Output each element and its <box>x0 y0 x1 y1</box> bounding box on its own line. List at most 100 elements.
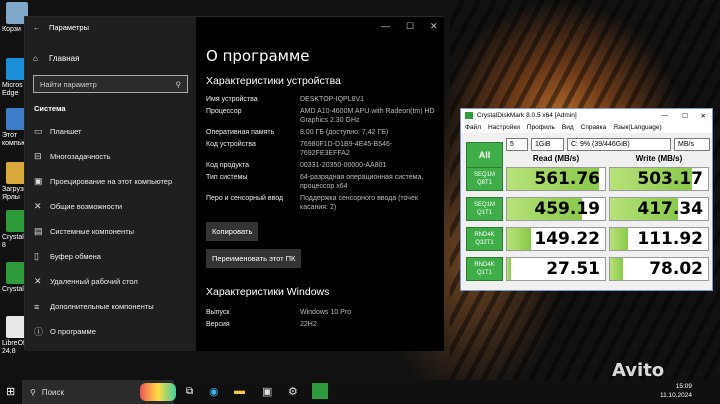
spec-label: Выпуск <box>206 309 230 316</box>
spec-row: Версия 22H2 <box>206 320 444 329</box>
device-section-heading: Характеристики устройства <box>206 75 341 87</box>
copy-button[interactable]: Копировать <box>206 222 259 241</box>
sidebar-item-icon: ▭ <box>34 126 43 136</box>
test-queue: Q1T1 <box>476 210 492 216</box>
cdm-menu-item[interactable]: Настройки <box>488 124 520 131</box>
rename-pc-button[interactable]: Переименовать этот ПК <box>206 249 302 268</box>
back-arrow-icon[interactable]: ← <box>33 23 49 32</box>
sidebar-item-icon: ✕ <box>34 201 42 211</box>
task-view-icon[interactable]: ⧉ <box>186 386 193 397</box>
write-speed-value: 417.34 <box>637 199 703 219</box>
sidebar-item-icon: ⊟ <box>34 151 42 161</box>
edge-icon[interactable]: ◉ <box>209 385 219 398</box>
file-explorer-icon[interactable]: ▬ <box>234 385 245 397</box>
sidebar-item-icon: ▣ <box>34 176 43 186</box>
test-button[interactable]: RND4K Q1T1 <box>466 257 503 281</box>
write-result-cell: 417.34 <box>609 197 709 221</box>
avito-watermark: Avito <box>612 360 665 380</box>
minimize-icon[interactable]: — <box>662 112 669 119</box>
minimize-icon[interactable]: — <box>381 21 390 31</box>
test-button[interactable]: SEQ1M Q1T1 <box>466 197 503 221</box>
spec-value: Поддержка сенсорного ввода (точек касани… <box>300 195 418 211</box>
spec-row: Выпуск Windows 10 Pro <box>206 308 444 317</box>
drive-select[interactable]: C: 9% (39/446GiB) <box>567 138 671 151</box>
sidebar-item-label: Удаленный рабочий стол <box>50 277 138 286</box>
cdm-menubar: Файл Настройки Профиль Вид Справка Язык(Langu… <box>461 122 712 133</box>
test-button[interactable]: SEQ1M Q8T1 <box>466 167 503 191</box>
write-speed-value: 78.02 <box>649 259 703 279</box>
search-highlight-icon <box>140 383 176 401</box>
unit-select[interactable]: MB/s <box>674 138 710 151</box>
sidebar-item[interactable]: ⓘ О программе <box>25 319 196 344</box>
windows-start-icon[interactable]: ⊞ <box>6 385 15 398</box>
crystaldiskmark-window: CrystalDiskMark 8.0.5 x64 [Admin] — ☐ ✕ … <box>460 108 713 291</box>
maximize-icon[interactable]: ☐ <box>406 21 414 32</box>
test-queue: Q8T1 <box>476 180 492 186</box>
sidebar-item[interactable]: ▤ Системные компоненты <box>25 219 196 244</box>
spec-label: Тип системы <box>206 174 248 181</box>
cdm-menu-item[interactable]: Язык(Language) <box>613 124 661 131</box>
home-label: Главная <box>49 53 80 63</box>
read-result-cell: 149.22 <box>506 227 606 251</box>
write-speed-bar <box>610 258 623 280</box>
store-icon[interactable]: ▣ <box>262 385 272 398</box>
sidebar-item-icon: ⓘ <box>34 327 44 337</box>
settings-sidebar: ← Параметры ⌂ Главная Найти параметр ⚲ С… <box>25 17 196 351</box>
sidebar-item[interactable]: ⊟ Многозадачность <box>25 144 196 169</box>
sidebar-item[interactable]: ▯ Буфер обмена <box>25 244 196 269</box>
test-name: RND4K <box>474 232 495 238</box>
spec-label: Процессор <box>206 108 242 115</box>
sidebar-item-icon: ▤ <box>34 226 43 236</box>
count-select[interactable]: 5 <box>506 138 528 151</box>
sidebar-home[interactable]: ⌂ Главная <box>25 49 196 67</box>
sidebar-item[interactable]: ▭ Планшет <box>25 119 196 144</box>
read-header: Read (MB/s) <box>532 154 580 163</box>
maximize-icon[interactable]: ☐ <box>682 112 688 120</box>
spec-label: Перо и сенсорный ввод <box>206 195 284 202</box>
sidebar-item[interactable]: ✕ Общие возможности <box>25 194 196 219</box>
page-title: О программе <box>206 47 310 65</box>
cdm-menu-item[interactable]: Справка <box>581 124 607 131</box>
sidebar-item-label: Буфер обмена <box>50 252 101 261</box>
spec-value: DESKTOP-IQPL8V1 <box>300 96 365 103</box>
size-value: 1GiB <box>535 141 551 148</box>
size-select[interactable]: 1GiB <box>531 138 564 151</box>
settings-gear-icon[interactable]: ⚙ <box>288 385 298 398</box>
write-result-cell: 111.92 <box>609 227 709 251</box>
spec-row: Код устройства 76980F1D-D1B9-4E45-B546-76… <box>206 140 444 158</box>
search-input[interactable]: Найти параметр ⚲ <box>33 75 188 93</box>
sidebar-item[interactable]: ≡ Дополнительные компоненты <box>25 294 196 319</box>
sidebar-item-label: Многозадачность <box>50 152 111 161</box>
test-button[interactable]: RND4K Q32T1 <box>466 227 503 251</box>
system-clock[interactable]: 15:09 11.10.2024 <box>660 382 692 400</box>
cdm-logo-icon <box>465 112 473 119</box>
test-queue: Q1T1 <box>476 270 492 276</box>
sidebar-item[interactable]: ✕ Удаленный рабочий стол <box>25 269 196 294</box>
write-result-cell: 503.17 <box>609 167 709 191</box>
sidebar-item-label: Системные компоненты <box>50 227 135 236</box>
close-icon[interactable]: ✕ <box>701 112 706 120</box>
cdm-title: CrystalDiskMark 8.0.5 x64 [Admin] <box>477 112 577 119</box>
sidebar-item[interactable]: ▣ Проецирование на этот компьютер <box>25 169 196 194</box>
write-speed-value: 503.17 <box>637 169 703 189</box>
spec-row: Тип системы 64-разрядная операционная сис… <box>206 173 444 191</box>
sidebar-item-label: О программе <box>50 327 96 336</box>
all-button[interactable]: All <box>466 142 503 168</box>
close-icon[interactable]: ✕ <box>430 21 438 32</box>
clock-time: 15:09 <box>675 383 692 390</box>
cdm-menu-item[interactable]: Профиль <box>527 124 555 131</box>
search-icon: ⚲ <box>175 79 182 89</box>
spec-row: Имя устройства DESKTOP-IQPL8V1 <box>206 95 444 104</box>
settings-window: ← Параметры ⌂ Главная Найти параметр ⚲ С… <box>24 16 444 351</box>
cdm-menu-item[interactable]: Файл <box>465 124 481 131</box>
read-speed-bar <box>507 258 512 280</box>
drive-value: C: 9% (39/446GiB) <box>571 141 630 148</box>
read-speed-value: 459.19 <box>534 199 600 219</box>
sidebar-item-label: Планшет <box>50 127 82 136</box>
read-speed-value: 561.76 <box>534 169 600 189</box>
cdm-menu-item[interactable]: Вид <box>562 124 574 131</box>
settings-main: — ☐ ✕ О программе Характеристики устройс… <box>196 17 444 351</box>
test-name: SEQ1M <box>473 202 495 208</box>
spec-value: Windows 10 Pro <box>300 309 351 316</box>
crystaldiskmark-taskbar-icon[interactable] <box>312 383 328 399</box>
